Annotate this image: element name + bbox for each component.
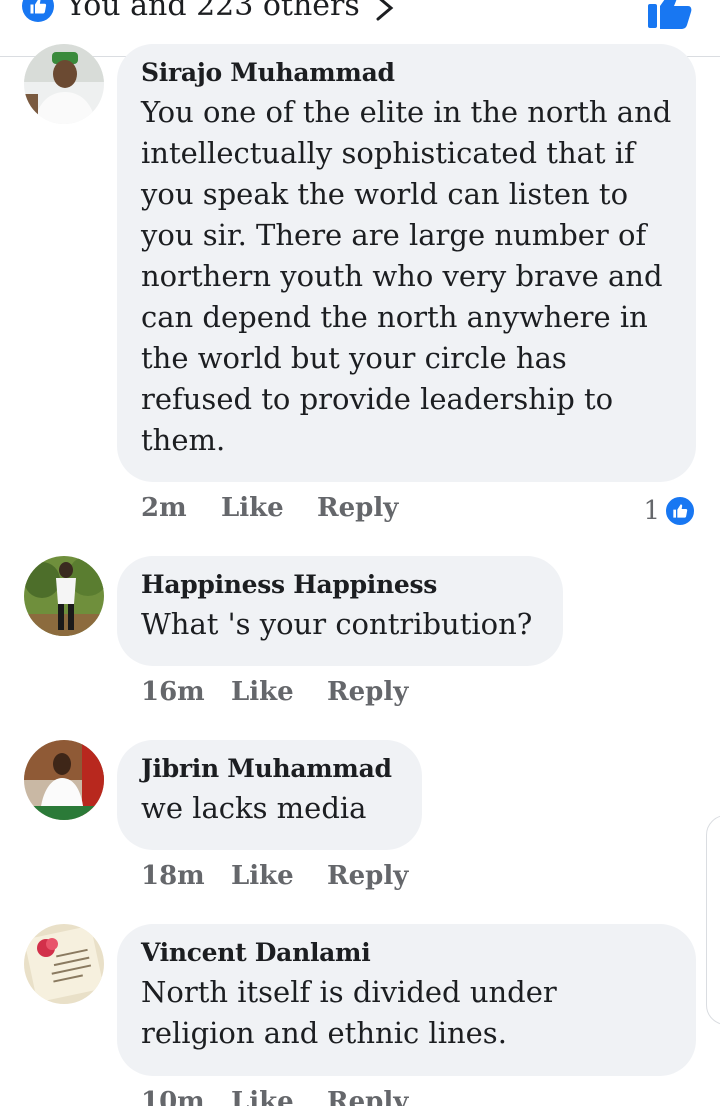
comment-line: the world but your circle has xyxy=(141,341,567,375)
comment-time: 10m xyxy=(141,1087,205,1106)
comment-line: you sir. There are large number of xyxy=(141,218,647,252)
comment-line: religion and ethnic lines. xyxy=(141,1016,507,1050)
comment-bubble[interactable]: Jibrin Muhammad we lacks media xyxy=(117,740,422,850)
avatar[interactable] xyxy=(24,740,104,820)
reaction-count-value: 1 xyxy=(643,496,660,526)
comment-actions: 2m Like Reply xyxy=(141,493,441,527)
comment-time: 18m xyxy=(141,861,205,891)
avatar[interactable] xyxy=(24,44,104,124)
comment-actions: 16m Like Reply xyxy=(141,677,441,711)
like-reaction-icon xyxy=(664,495,696,527)
reply-link[interactable]: Reply xyxy=(317,493,398,523)
comment-time: 16m xyxy=(141,677,205,707)
like-link[interactable]: Like xyxy=(231,1087,294,1106)
comment-line: them. xyxy=(141,423,226,457)
reply-link[interactable]: Reply xyxy=(327,861,408,891)
comment-line: intellectually sophisticated that if xyxy=(141,136,635,170)
like-link[interactable]: Like xyxy=(221,493,284,523)
comment-line: What 's your contribution? xyxy=(141,607,533,641)
like-link[interactable]: Like xyxy=(231,861,294,891)
comment-text: You one of the elite in the north and in… xyxy=(141,92,672,461)
comment-line: can depend the north anywhere in xyxy=(141,300,648,334)
comment-author[interactable]: Vincent Danlami xyxy=(141,938,672,968)
avatar[interactable] xyxy=(24,924,104,1004)
comment-time: 2m xyxy=(141,493,187,523)
comment-text: North itself is divided under religion a… xyxy=(141,972,672,1054)
comment-text: What 's your contribution? xyxy=(141,604,539,645)
reply-link[interactable]: Reply xyxy=(327,677,408,707)
comment-bubble[interactable]: Sirajo Muhammad You one of the elite in … xyxy=(117,44,696,482)
reactions-summary[interactable]: You and 223 others xyxy=(66,0,360,23)
comments-page: You and 223 others Sirajo Muhammad You o… xyxy=(0,0,720,1106)
comment-bubble[interactable]: Happiness Happiness What 's your contrib… xyxy=(117,556,563,666)
comment-author[interactable]: Happiness Happiness xyxy=(141,570,539,600)
comment-line: refused to provide leadership to xyxy=(141,382,614,416)
comment-actions: 10m Like Reply xyxy=(141,1087,441,1106)
like-button-icon[interactable] xyxy=(646,0,692,30)
comment-line: You one of the elite in the north and xyxy=(141,95,672,129)
like-reaction-icon xyxy=(22,0,54,22)
comment-actions: 18m Like Reply xyxy=(141,861,441,895)
comment-author[interactable]: Sirajo Muhammad xyxy=(141,58,672,88)
comment-line: you speak the world can listen to xyxy=(141,177,629,211)
comment-bubble[interactable]: Vincent Danlami North itself is divided … xyxy=(117,924,696,1076)
comment-reaction-count[interactable]: 1 xyxy=(643,494,696,528)
like-link[interactable]: Like xyxy=(231,677,294,707)
floating-panel-edge[interactable] xyxy=(706,815,720,1025)
comment-text: we lacks media xyxy=(141,788,398,829)
avatar[interactable] xyxy=(24,556,104,636)
reply-link[interactable]: Reply xyxy=(327,1087,408,1106)
comment-author[interactable]: Jibrin Muhammad xyxy=(141,754,398,784)
comment-line: we lacks media xyxy=(141,791,367,825)
comment-line: northern youth who very brave and xyxy=(141,259,663,293)
comment-line: North itself is divided under xyxy=(141,975,557,1009)
chevron-right-icon[interactable] xyxy=(374,0,396,22)
